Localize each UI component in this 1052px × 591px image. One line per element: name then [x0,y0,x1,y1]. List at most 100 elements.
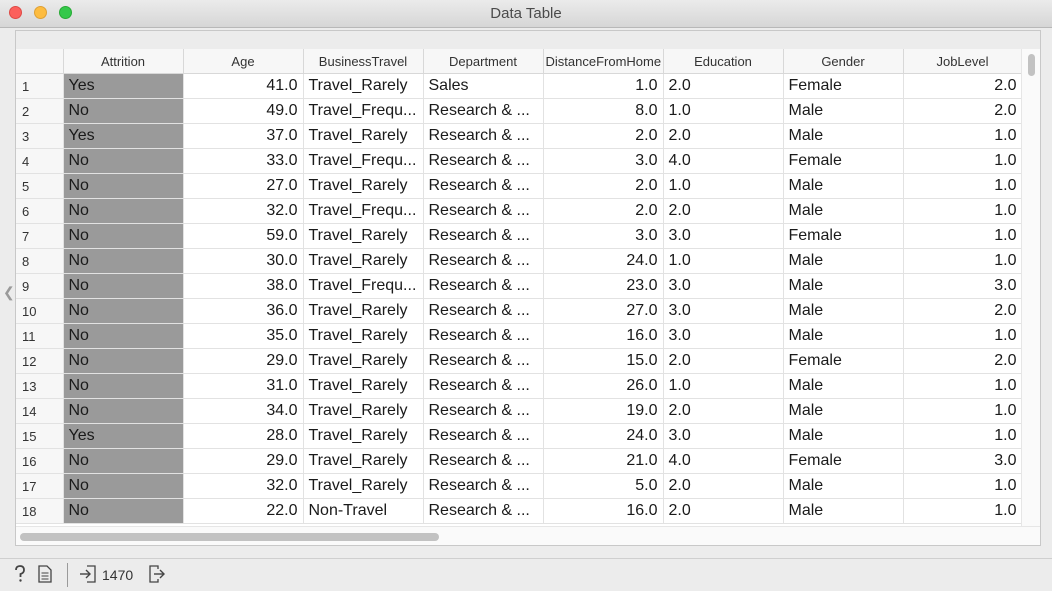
table-row[interactable]: 6 No 32.0 Travel_Frequ... Research & ... 2.0 2… [16,198,1023,224]
help-icon[interactable] [12,565,28,588]
cell-department[interactable]: Research & ... [423,148,544,174]
output-icon[interactable] [148,565,166,588]
table-row[interactable]: 4 No 33.0 Travel_Frequ... Research & ... 3.0 4… [16,148,1023,174]
cell-age[interactable]: 30.0 [183,248,304,274]
cell-attrition[interactable]: No [63,373,184,399]
cell-education[interactable]: 2.0 [663,123,784,149]
cell-attrition[interactable]: No [63,198,184,224]
cell-businesstravel[interactable]: Travel_Rarely [303,173,424,199]
cell-joblevel[interactable]: 2.0 [903,73,1023,99]
table-row[interactable]: 18 No 22.0 Non-Travel Research & ... 16.0 2.0 M… [16,498,1023,524]
cell-distancefromhome[interactable]: 2.0 [543,198,664,224]
row-number[interactable]: 13 [16,373,64,399]
cell-department[interactable]: Research & ... [423,498,544,524]
cell-department[interactable]: Research & ... [423,448,544,474]
cell-education[interactable]: 3.0 [663,323,784,349]
cell-education[interactable]: 2.0 [663,473,784,499]
table-row[interactable]: 3 Yes 37.0 Travel_Rarely Research & ... 2.0 2.… [16,123,1023,149]
cell-gender[interactable]: Male [783,173,904,199]
cell-distancefromhome[interactable]: 2.0 [543,173,664,199]
cell-education[interactable]: 3.0 [663,223,784,249]
cell-education[interactable]: 2.0 [663,198,784,224]
cell-gender[interactable]: Male [783,123,904,149]
cell-age[interactable]: 59.0 [183,223,304,249]
cell-joblevel[interactable]: 1.0 [903,398,1023,424]
cell-gender[interactable]: Male [783,498,904,524]
cell-education[interactable]: 4.0 [663,148,784,174]
table-row[interactable]: 8 No 30.0 Travel_Rarely Research & ... 24.0 1.… [16,248,1023,274]
cell-distancefromhome[interactable]: 23.0 [543,273,664,299]
column-header-department[interactable]: Department [423,49,544,74]
cell-joblevel[interactable]: 3.0 [903,448,1023,474]
cell-distancefromhome[interactable]: 26.0 [543,373,664,399]
cell-businesstravel[interactable]: Travel_Frequ... [303,273,424,299]
cell-distancefromhome[interactable]: 3.0 [543,148,664,174]
cell-attrition[interactable]: Yes [63,423,184,449]
table-row[interactable]: 5 No 27.0 Travel_Rarely Research & ... 2.0 1.0… [16,173,1023,199]
cell-attrition[interactable]: No [63,348,184,374]
row-number[interactable]: 10 [16,298,64,324]
column-header-attrition[interactable]: Attrition [63,49,184,74]
cell-department[interactable]: Research & ... [423,98,544,124]
cell-joblevel[interactable]: 1.0 [903,223,1023,249]
cell-attrition[interactable]: Yes [63,73,184,99]
row-number[interactable]: 8 [16,248,64,274]
cell-businesstravel[interactable]: Travel_Frequ... [303,98,424,124]
row-number[interactable]: 15 [16,423,64,449]
cell-age[interactable]: 35.0 [183,323,304,349]
cell-gender[interactable]: Female [783,223,904,249]
table-row[interactable]: 7 No 59.0 Travel_Rarely Research & ... 3.0 3.0… [16,223,1023,249]
column-header-education[interactable]: Education [663,49,784,74]
cell-education[interactable]: 1.0 [663,373,784,399]
row-number[interactable]: 9 [16,273,64,299]
cell-gender[interactable]: Male [783,398,904,424]
cell-businesstravel[interactable]: Travel_Rarely [303,423,424,449]
cell-businesstravel[interactable]: Travel_Rarely [303,298,424,324]
row-number[interactable]: 11 [16,323,64,349]
cell-distancefromhome[interactable]: 27.0 [543,298,664,324]
table-row[interactable]: 9 No 38.0 Travel_Frequ... Research & ... 23.0… [16,273,1023,299]
cell-businesstravel[interactable]: Travel_Rarely [303,348,424,374]
cell-age[interactable]: 29.0 [183,348,304,374]
row-number[interactable]: 1 [16,73,64,99]
row-number[interactable]: 7 [16,223,64,249]
cell-age[interactable]: 34.0 [183,398,304,424]
cell-age[interactable]: 28.0 [183,423,304,449]
table-row[interactable]: 2 No 49.0 Travel_Frequ... Research & ... 8.0 1… [16,98,1023,124]
cell-distancefromhome[interactable]: 21.0 [543,448,664,474]
vertical-scroll-thumb[interactable] [1028,54,1035,76]
cell-education[interactable]: 3.0 [663,298,784,324]
column-header-joblevel[interactable]: JobLevel [903,49,1023,74]
cell-businesstravel[interactable]: Travel_Rarely [303,248,424,274]
cell-department[interactable]: Research & ... [423,323,544,349]
table-row[interactable]: 15 Yes 28.0 Travel_Rarely Research & ... 24.0… [16,423,1023,449]
table-row[interactable]: 10 No 36.0 Travel_Rarely Research & ... 27.0 3… [16,298,1023,324]
cell-age[interactable]: 36.0 [183,298,304,324]
cell-gender[interactable]: Male [783,473,904,499]
cell-gender[interactable]: Male [783,273,904,299]
cell-businesstravel[interactable]: Travel_Rarely [303,123,424,149]
cell-education[interactable]: 1.0 [663,173,784,199]
cell-distancefromhome[interactable]: 16.0 [543,323,664,349]
cell-attrition[interactable]: No [63,173,184,199]
cell-gender[interactable]: Male [783,423,904,449]
cell-joblevel[interactable]: 2.0 [903,348,1023,374]
cell-education[interactable]: 2.0 [663,498,784,524]
cell-education[interactable]: 1.0 [663,248,784,274]
row-number[interactable]: 2 [16,98,64,124]
row-number[interactable]: 3 [16,123,64,149]
cell-distancefromhome[interactable]: 2.0 [543,123,664,149]
cell-department[interactable]: Research & ... [423,273,544,299]
cell-department[interactable]: Research & ... [423,398,544,424]
report-icon[interactable] [38,565,52,588]
table-row[interactable]: 17 No 32.0 Travel_Rarely Research & ... 5.0 2.… [16,473,1023,499]
row-number[interactable]: 17 [16,473,64,499]
cell-attrition[interactable]: No [63,298,184,324]
cell-age[interactable]: 29.0 [183,448,304,474]
cell-age[interactable]: 33.0 [183,148,304,174]
cell-department[interactable]: Research & ... [423,173,544,199]
column-header-distancefromhome[interactable]: DistanceFromHome [543,49,664,74]
cell-joblevel[interactable]: 2.0 [903,298,1023,324]
cell-joblevel[interactable]: 1.0 [903,248,1023,274]
row-number[interactable]: 14 [16,398,64,424]
